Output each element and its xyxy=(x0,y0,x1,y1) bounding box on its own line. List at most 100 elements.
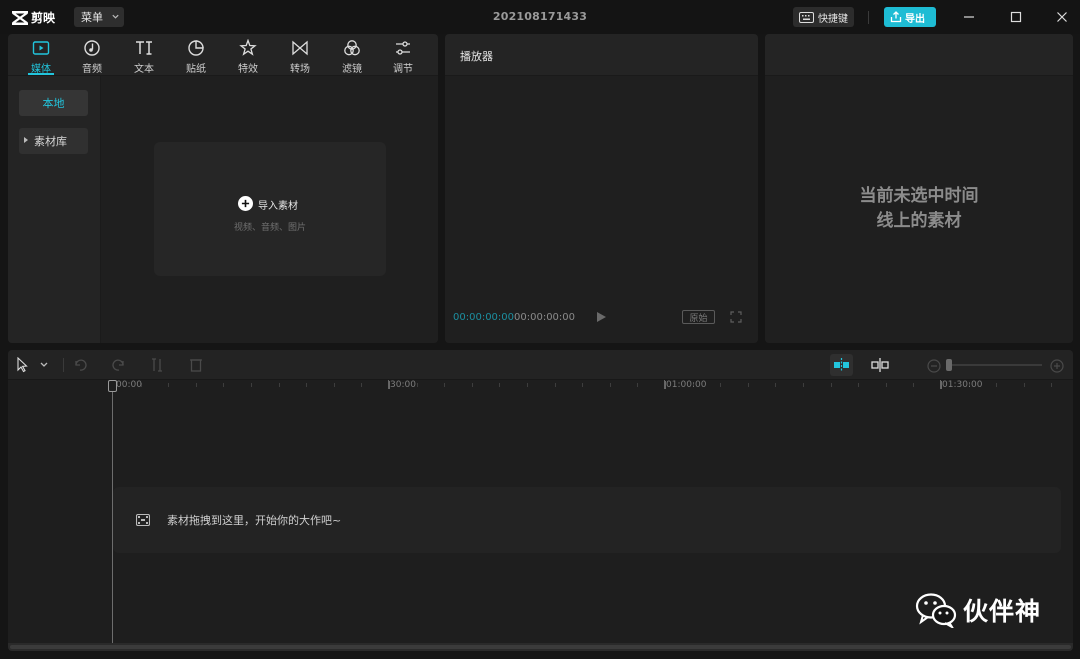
adjust-icon xyxy=(396,41,410,55)
capcut-logo-icon xyxy=(12,10,28,25)
sidebar-item-library[interactable]: 素材库 xyxy=(19,128,88,154)
ruler-tick xyxy=(1024,383,1025,387)
redo-button[interactable] xyxy=(111,357,127,373)
tab-text[interactable]: 文本 xyxy=(121,37,167,75)
zoom-in-button[interactable] xyxy=(1050,358,1064,373)
chevron-down-icon xyxy=(112,14,119,19)
ruler-tick xyxy=(803,383,804,387)
tab-text-label: 文本 xyxy=(134,64,154,75)
app-logo: 剪映 xyxy=(12,9,55,26)
tab-audio[interactable]: 音频 xyxy=(69,37,115,75)
watermark-text: 伙伴神 xyxy=(963,597,1042,626)
shortcut-button[interactable]: 快捷键 xyxy=(793,7,854,27)
tab-media[interactable]: 媒体 xyxy=(18,37,64,75)
audio-icon xyxy=(84,40,100,56)
menu-button[interactable]: 菜单 xyxy=(74,7,124,27)
undo-icon xyxy=(75,359,87,371)
tab-transition-label: 转场 xyxy=(290,64,310,75)
plus-icon xyxy=(238,196,253,211)
ruler-label: |01:30:00 xyxy=(939,380,983,390)
ruler-tick xyxy=(582,383,583,387)
wechat-icon xyxy=(915,593,957,628)
delete-icon xyxy=(190,359,202,372)
sidebar-item-local[interactable]: 本地 xyxy=(19,90,88,116)
cursor-icon xyxy=(17,356,48,373)
select-tool-button[interactable] xyxy=(15,356,53,373)
ruler-tick xyxy=(417,383,418,387)
timeline-scrollbar-thumb[interactable] xyxy=(10,645,1071,649)
link-icon xyxy=(871,358,889,372)
media-tab-bar: 媒体 音频 文本 贴纸 特效 转场 滤镜 调节 xyxy=(8,34,438,76)
tab-transition[interactable]: 转场 xyxy=(277,37,323,75)
properties-header xyxy=(765,34,1073,76)
player-panel: 播放器 00:00:00:00 00:00:00:00 原始 xyxy=(445,34,758,343)
tab-audio-label: 音频 xyxy=(82,64,102,75)
maximize-icon xyxy=(1010,11,1022,23)
app-name: 剪映 xyxy=(31,11,56,25)
zoom-out-icon xyxy=(927,359,941,373)
tab-effects[interactable]: 特效 xyxy=(225,37,271,75)
maximize-button[interactable] xyxy=(1008,9,1024,25)
ruler-tick xyxy=(361,383,362,387)
menu-label: 菜单 xyxy=(81,11,103,24)
play-icon[interactable] xyxy=(595,311,607,323)
ruler-label: |01:00:00 xyxy=(663,380,707,390)
export-button[interactable]: 导出 xyxy=(884,7,936,27)
aspect-ratio-button[interactable]: 原始 xyxy=(682,310,715,324)
import-media-card[interactable]: 导入素材 视频、音频、图片 xyxy=(154,142,386,276)
player-header: 播放器 xyxy=(445,34,758,76)
sticker-icon xyxy=(188,40,204,56)
ruler-tick xyxy=(637,383,638,387)
tab-filter-label: 滤镜 xyxy=(342,64,362,75)
playhead-handle[interactable] xyxy=(108,380,117,392)
ruler-tick xyxy=(720,383,721,387)
ruler-tick xyxy=(610,383,611,387)
empty-message-line1: 当前未选中时间 xyxy=(859,186,979,206)
ruler-tick xyxy=(279,383,280,387)
properties-body: 当前未选中时间 线上的素材 xyxy=(765,76,1073,343)
delete-button[interactable] xyxy=(188,357,204,373)
import-media-hint: 视频、音频、图片 xyxy=(233,223,306,233)
shortcut-label: 快捷键 xyxy=(818,13,848,25)
empty-message-line2: 线上的素材 xyxy=(876,211,962,231)
tab-filter[interactable]: 滤镜 xyxy=(329,37,375,75)
split-icon xyxy=(152,358,162,372)
ruler-tick xyxy=(913,383,914,387)
ruler-tick xyxy=(996,383,997,387)
import-media-label: 导入素材 xyxy=(258,201,298,212)
undo-button[interactable] xyxy=(72,357,88,373)
zoom-slider-track[interactable] xyxy=(950,364,1042,366)
ruler-tick xyxy=(858,383,859,387)
ruler-tick xyxy=(251,383,252,387)
timeline-toolbar xyxy=(8,350,1073,380)
expand-arrow-icon xyxy=(24,137,28,143)
minimize-icon xyxy=(964,16,974,18)
auto-snap-button[interactable] xyxy=(830,354,853,376)
tab-effects-label: 特效 xyxy=(238,64,258,75)
timeline-scrollbar[interactable] xyxy=(8,643,1073,651)
ruler-tick xyxy=(334,383,335,387)
text-icon xyxy=(136,41,152,55)
zoom-in-icon xyxy=(1050,359,1064,373)
active-tab-indicator xyxy=(28,73,54,75)
fullscreen-icon[interactable] xyxy=(730,311,742,323)
timeline-ruler[interactable]: 00:00 |30:00 |01:00:00 |01:30:00 xyxy=(8,380,1073,394)
close-button[interactable] xyxy=(1054,9,1070,25)
timeline-panel: 00:00 |30:00 |01:00:00 |01:30:00 素材拖拽到这里… xyxy=(8,350,1073,651)
timeline-drop-zone[interactable]: 素材拖拽到这里，开始你的大作吧~ xyxy=(113,487,1061,553)
zoom-slider-handle[interactable] xyxy=(946,359,952,371)
properties-panel: 当前未选中时间 线上的素材 xyxy=(765,34,1073,343)
link-button[interactable] xyxy=(870,357,890,373)
watermark: 伙伴神 xyxy=(915,592,1041,628)
player-viewport: 00:00:00:00 00:00:00:00 原始 xyxy=(445,76,758,343)
ruler-tick xyxy=(775,383,776,387)
sidebar-item-library-label: 素材库 xyxy=(34,135,67,148)
document-title: 202108171433 xyxy=(492,10,588,23)
ruler-tick xyxy=(748,383,749,387)
tab-adjust[interactable]: 调节 xyxy=(380,37,426,75)
tab-sticker[interactable]: 贴纸 xyxy=(173,37,219,75)
split-button[interactable] xyxy=(149,357,165,373)
minimize-button[interactable] xyxy=(961,9,977,25)
media-content-area: 导入素材 视频、音频、图片 xyxy=(101,76,438,343)
zoom-out-button[interactable] xyxy=(927,358,941,373)
